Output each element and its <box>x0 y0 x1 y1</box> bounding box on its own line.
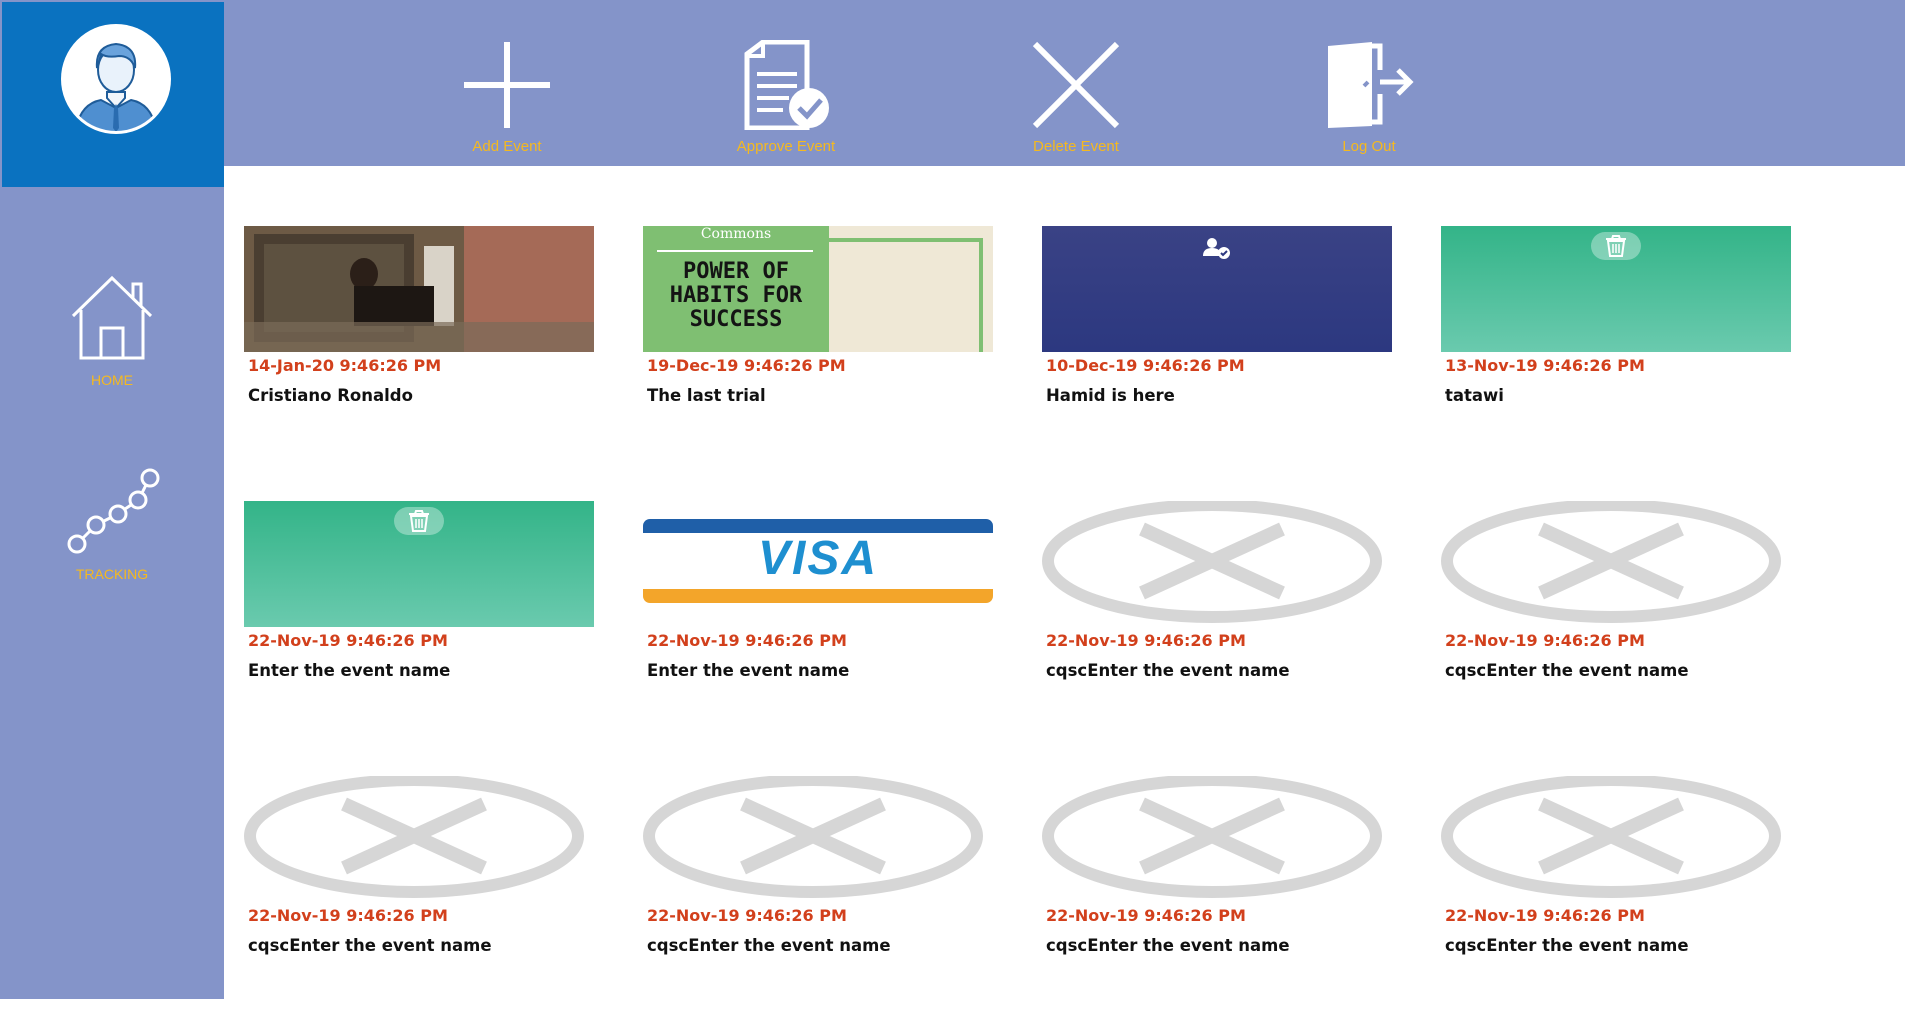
event-name: Cristiano Ronaldo <box>248 386 413 405</box>
event-thumbnail-no-image <box>1042 501 1392 627</box>
trash-pill <box>394 507 444 535</box>
event-thumbnail-book-cover: Commons POWER OF HABITS FOR SUCCESS <box>643 226 993 352</box>
sidebar-item-label: TRACKING <box>75 566 149 582</box>
event-card[interactable]: 22-Nov-19 9:46:26 PM Enter the event nam… <box>244 501 594 741</box>
event-grid: 14-Jan-20 9:46:26 PM Cristiano Ronaldo C… <box>244 226 1804 999</box>
book-cover: Commons POWER OF HABITS FOR SUCCESS <box>643 226 829 352</box>
event-name: cqscEnter the event name <box>248 936 492 955</box>
event-date: 22-Nov-19 9:46:26 PM <box>1445 631 1645 650</box>
event-name: tatawi <box>1445 386 1504 405</box>
approve-document-icon <box>744 40 829 130</box>
event-name: cqscEnter the event name <box>1445 936 1689 955</box>
house-icon <box>71 275 153 360</box>
event-date: 10-Dec-19 9:46:26 PM <box>1046 356 1245 375</box>
event-thumbnail-no-image <box>1441 776 1791 902</box>
event-name: Enter the event name <box>647 661 850 680</box>
approve-event-button[interactable]: Approve Event <box>696 0 876 166</box>
event-thumbnail-no-image <box>1042 776 1392 902</box>
trash-icon <box>1606 235 1626 257</box>
event-card[interactable]: 22-Nov-19 9:46:26 PM cqscEnter the event… <box>244 776 594 1016</box>
delete-event-label: Delete Event <box>1033 138 1119 155</box>
event-thumbnail-green <box>244 501 594 627</box>
approve-event-label: Approve Event <box>736 138 836 155</box>
event-name: cqscEnter the event name <box>647 936 891 955</box>
event-card[interactable]: 22-Nov-19 9:46:26 PM cqscEnter the event… <box>1441 776 1791 1016</box>
sidebar: HOME TRACKING <box>0 0 224 999</box>
event-name: cqscEnter the event name <box>1046 661 1290 680</box>
event-thumbnail-no-image <box>1441 501 1791 627</box>
no-image-icon <box>244 776 584 898</box>
event-card[interactable]: 22-Nov-19 9:46:26 PM cqscEnter the event… <box>1042 776 1392 1016</box>
event-card[interactable]: 22-Nov-19 9:46:26 PM cqscEnter the event… <box>643 776 993 1016</box>
event-date: 22-Nov-19 9:46:26 PM <box>647 906 847 925</box>
tracking-chain-icon <box>67 468 160 554</box>
add-event-button[interactable]: Add Event <box>417 0 597 166</box>
event-card[interactable]: Commons POWER OF HABITS FOR SUCCESS 19-D… <box>643 226 993 466</box>
event-date: 22-Nov-19 9:46:26 PM <box>1046 631 1246 650</box>
event-card[interactable]: 22-Nov-19 9:46:26 PM cqscEnter the event… <box>1441 501 1791 741</box>
no-image-icon <box>1042 776 1382 898</box>
sidebar-item-label: HOME <box>91 372 133 388</box>
book-brand: Commons <box>700 226 772 242</box>
no-image-icon <box>1441 501 1781 623</box>
book-title: POWER OF HABITS FOR SUCCESS <box>669 259 803 332</box>
event-card[interactable]: 13-Nov-19 9:46:26 PM tatawi <box>1441 226 1791 466</box>
event-card[interactable]: VISA 22-Nov-19 9:46:26 PM Enter the even… <box>643 501 993 741</box>
event-thumbnail-navy <box>1042 226 1392 352</box>
event-date: 22-Nov-19 9:46:26 PM <box>248 631 448 650</box>
event-date: 22-Nov-19 9:46:26 PM <box>1046 906 1246 925</box>
no-image-icon <box>1441 776 1781 898</box>
event-name: Hamid is here <box>1046 386 1175 405</box>
event-thumbnail-green <box>1441 226 1791 352</box>
log-out-label: Log Out <box>1342 138 1396 155</box>
logout-door-icon <box>1328 42 1414 128</box>
event-card[interactable]: 22-Nov-19 9:46:26 PM cqscEnter the event… <box>1042 501 1392 741</box>
event-name: The last trial <box>647 386 766 405</box>
toolbar: Add Event Approve Event Delete Event Log… <box>224 0 1905 166</box>
photo-image <box>244 226 594 352</box>
event-name: cqscEnter the event name <box>1046 936 1290 955</box>
delete-event-button[interactable]: Delete Event <box>986 0 1166 166</box>
event-card[interactable]: 14-Jan-20 9:46:26 PM Cristiano Ronaldo <box>244 226 594 466</box>
user-check-icon <box>1203 238 1230 259</box>
avatar-panel <box>2 2 224 187</box>
event-thumbnail-visa: VISA <box>643 501 993 627</box>
trash-icon <box>409 510 429 532</box>
event-date: 14-Jan-20 9:46:26 PM <box>248 356 442 375</box>
event-date: 22-Nov-19 9:46:26 PM <box>248 906 448 925</box>
event-thumbnail-photo <box>244 226 594 352</box>
event-thumbnail-no-image <box>244 776 594 902</box>
log-out-button[interactable]: Log Out <box>1279 0 1459 166</box>
user-avatar-icon[interactable] <box>61 24 171 134</box>
event-date: 19-Dec-19 9:46:26 PM <box>647 356 846 375</box>
no-image-icon <box>1042 501 1382 623</box>
trash-pill <box>1591 232 1641 260</box>
close-icon <box>1032 41 1120 129</box>
sidebar-item-tracking[interactable]: TRACKING <box>0 466 224 582</box>
add-event-label: Add Event <box>472 138 542 155</box>
event-name: Enter the event name <box>248 661 451 680</box>
event-date: 22-Nov-19 9:46:26 PM <box>647 631 847 650</box>
event-card[interactable]: 10-Dec-19 9:46:26 PM Hamid is here <box>1042 226 1392 466</box>
event-date: 13-Nov-19 9:46:26 PM <box>1445 356 1645 375</box>
sidebar-item-home[interactable]: HOME <box>0 272 224 388</box>
event-name: cqscEnter the event name <box>1445 661 1689 680</box>
event-thumbnail-no-image <box>643 776 993 902</box>
plus-icon <box>464 42 550 128</box>
visa-logo: VISA <box>757 532 879 585</box>
no-image-icon <box>643 776 983 898</box>
event-date: 22-Nov-19 9:46:26 PM <box>1445 906 1645 925</box>
